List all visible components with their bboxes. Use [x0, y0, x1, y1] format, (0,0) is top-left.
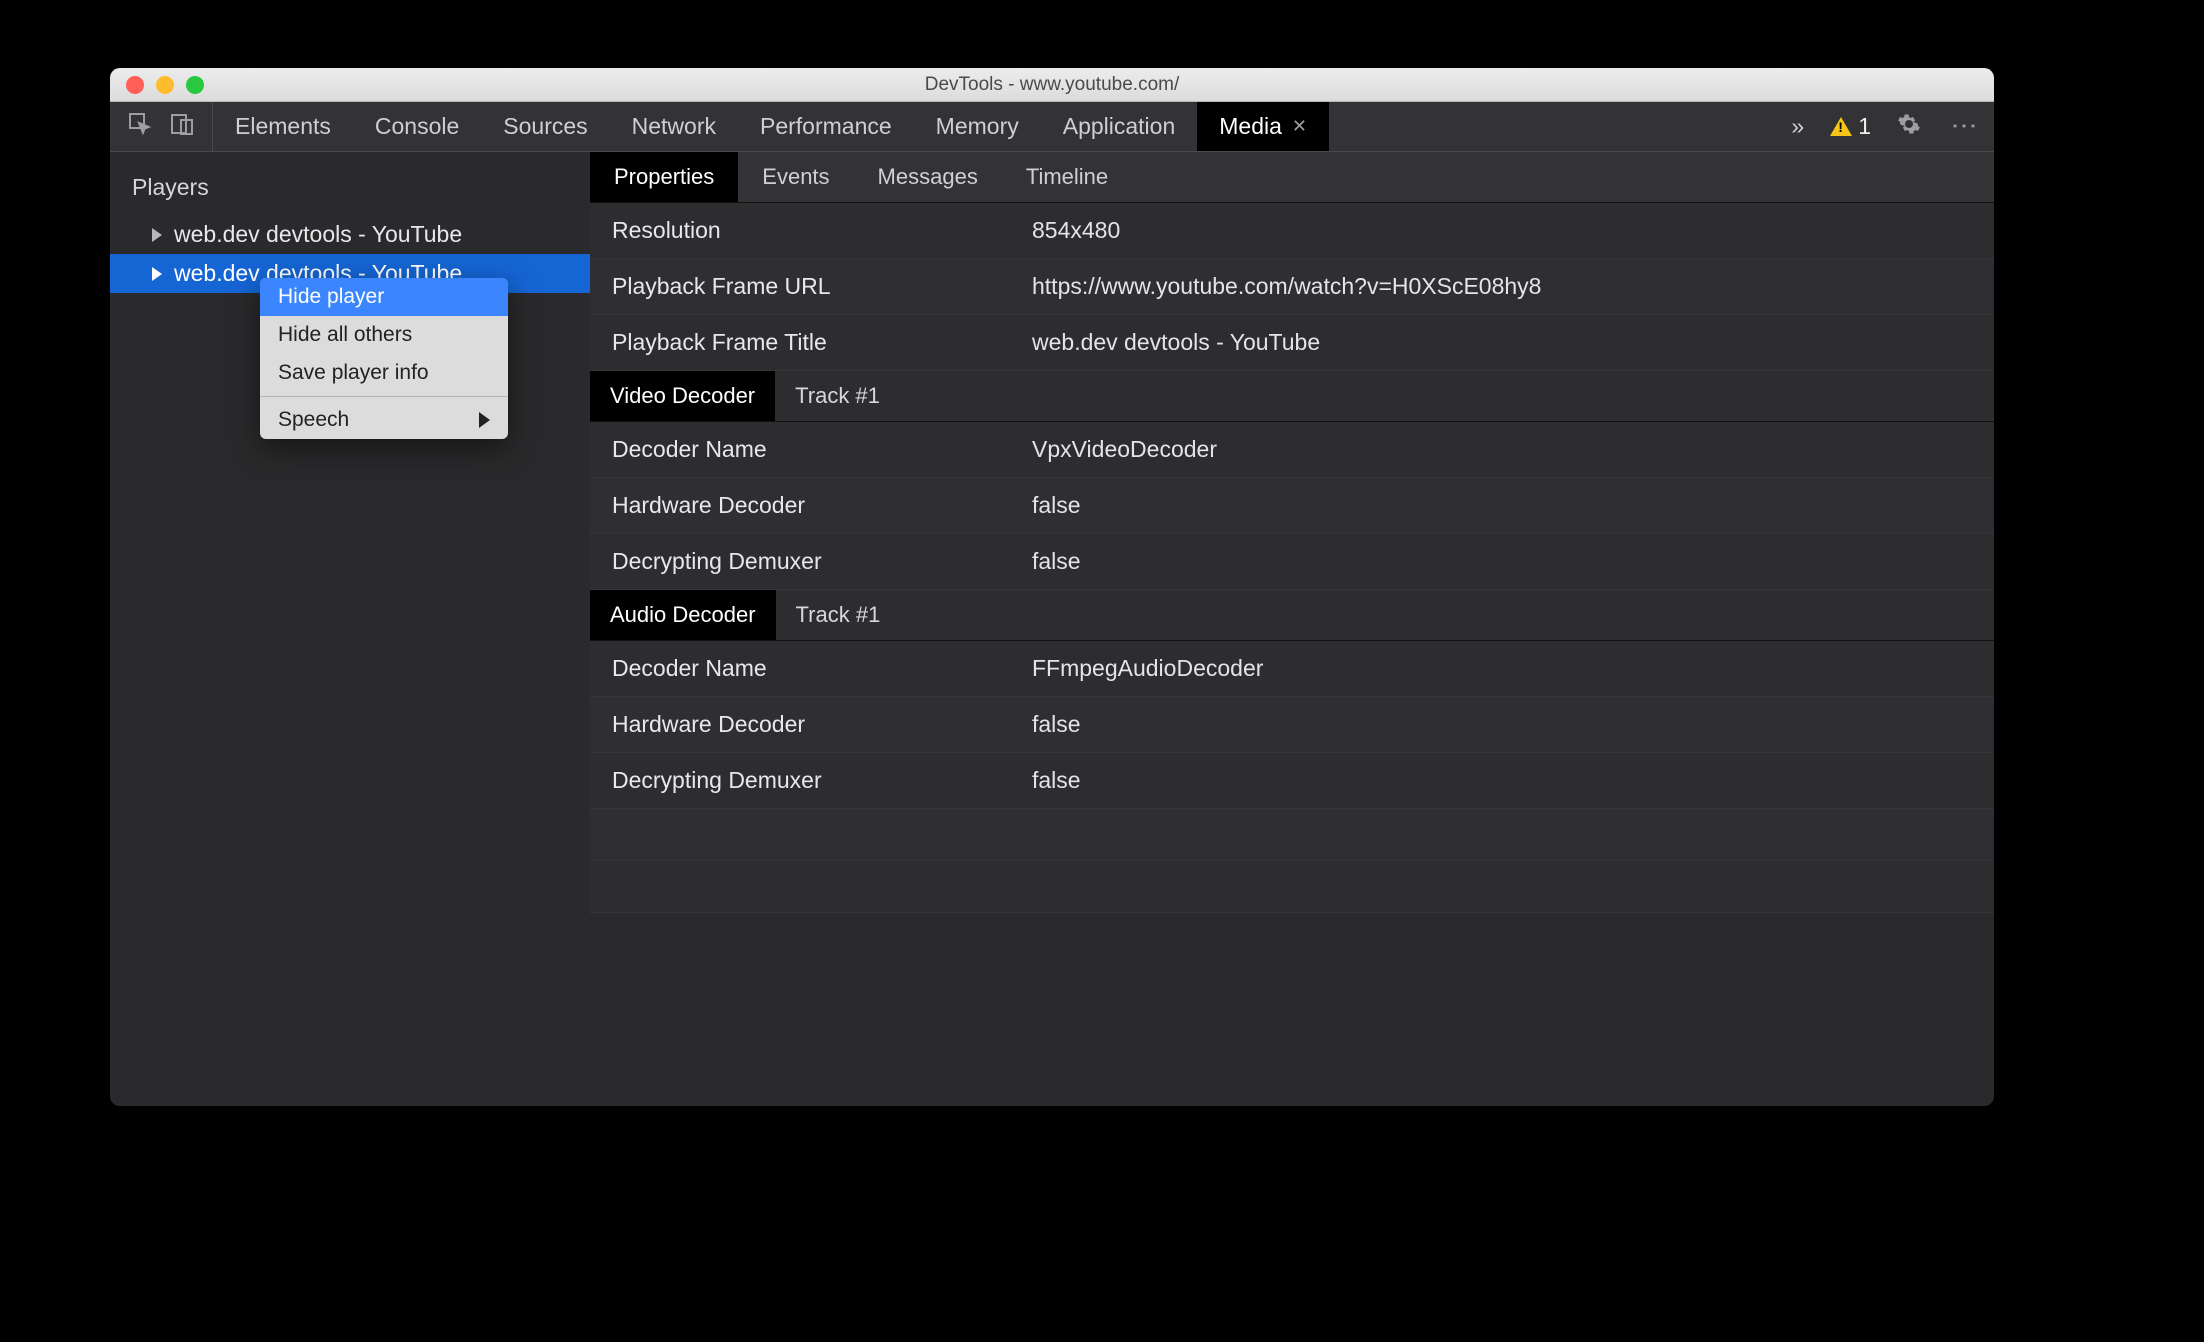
player-label: web.dev devtools - YouTube	[174, 221, 462, 248]
minimize-window-button[interactable]	[156, 76, 174, 94]
player-list-item[interactable]: web.dev devtools - YouTube	[110, 215, 590, 254]
ctx-separator	[260, 396, 508, 397]
property-value: https://www.youtube.com/watch?v=H0XScE08…	[1032, 273, 1541, 300]
subtab-messages[interactable]: Messages	[854, 152, 1002, 202]
window-title: DevTools - www.youtube.com/	[110, 74, 1994, 96]
property-key: Resolution	[612, 217, 1032, 244]
subtab-properties[interactable]: Properties	[590, 152, 738, 202]
video-decoder-section: Video Decoder Track #1	[590, 371, 1994, 422]
tab-label: Performance	[760, 113, 892, 140]
property-key: Decrypting Demuxer	[612, 767, 1032, 794]
tabs-overflow-button[interactable]: »	[1777, 113, 1818, 140]
tab-application[interactable]: Application	[1041, 102, 1198, 151]
property-row: Decoder NameFFmpegAudioDecoder	[590, 641, 1994, 697]
tab-media[interactable]: Media ✕	[1197, 102, 1329, 151]
media-details-panel: Properties Events Messages Timeline Reso…	[590, 152, 1994, 1106]
tab-sources[interactable]: Sources	[481, 102, 609, 151]
property-value: FFmpegAudioDecoder	[1032, 655, 1263, 682]
property-value: false	[1032, 767, 1081, 794]
property-row: Decrypting Demuxerfalse	[590, 753, 1994, 809]
panel-body: Players web.dev devtools - YouTube web.d…	[110, 152, 1994, 1106]
device-toolbar-icon[interactable]	[170, 112, 194, 142]
section-sub: Track #1	[775, 371, 900, 421]
property-row: Hardware Decoderfalse	[590, 478, 1994, 534]
property-row: Decrypting Demuxerfalse	[590, 534, 1994, 590]
settings-button[interactable]	[1883, 112, 1935, 142]
ctx-hide-player[interactable]: Hide player	[260, 278, 508, 316]
warning-count: 1	[1858, 113, 1871, 140]
titlebar: DevTools - www.youtube.com/	[110, 68, 1994, 102]
tab-console[interactable]: Console	[353, 102, 481, 151]
property-row: Playback Frame Titleweb.dev devtools - Y…	[590, 315, 1994, 371]
property-key: Decoder Name	[612, 436, 1032, 463]
tab-elements[interactable]: Elements	[213, 102, 353, 151]
context-menu: Hide player Hide all others Save player …	[260, 278, 508, 439]
ctx-hide-others[interactable]: Hide all others	[260, 316, 508, 354]
property-key: Hardware Decoder	[612, 492, 1032, 519]
property-key: Decoder Name	[612, 655, 1032, 682]
ctx-speech-submenu[interactable]: Speech	[260, 401, 508, 439]
panel-tabs: Elements Console Sources Network Perform…	[213, 102, 1777, 151]
players-sidebar: Players web.dev devtools - YouTube web.d…	[110, 152, 590, 1106]
tab-label: Elements	[235, 113, 331, 140]
tab-label: Memory	[936, 113, 1019, 140]
devtools-window: DevTools - www.youtube.com/ Elements Con…	[110, 68, 1994, 1106]
empty-row	[590, 861, 1994, 913]
toolbar-left-tools	[110, 102, 213, 151]
subtab-events[interactable]: Events	[738, 152, 853, 202]
audio-decoder-section: Audio Decoder Track #1	[590, 590, 1994, 641]
window-controls	[126, 76, 204, 94]
details-subtabs: Properties Events Messages Timeline	[590, 152, 1994, 203]
section-chip: Video Decoder	[590, 371, 775, 421]
tab-label: Sources	[503, 113, 587, 140]
property-value: false	[1032, 711, 1081, 738]
tab-label: Network	[632, 113, 716, 140]
warnings-badge[interactable]: 1	[1818, 113, 1883, 140]
sidebar-title: Players	[110, 152, 590, 215]
property-value: false	[1032, 492, 1081, 519]
property-row: Hardware Decoderfalse	[590, 697, 1994, 753]
tab-label: Application	[1063, 113, 1176, 140]
property-row: Resolution854x480	[590, 203, 1994, 259]
warning-icon	[1830, 117, 1852, 136]
property-key: Playback Frame Title	[612, 329, 1032, 356]
close-window-button[interactable]	[126, 76, 144, 94]
submenu-arrow-icon	[479, 412, 490, 428]
close-tab-icon[interactable]: ✕	[1292, 116, 1307, 137]
property-key: Hardware Decoder	[612, 711, 1032, 738]
inspect-element-icon[interactable]	[128, 112, 152, 142]
subtab-timeline[interactable]: Timeline	[1002, 152, 1132, 202]
tab-label: Console	[375, 113, 459, 140]
property-row: Decoder NameVpxVideoDecoder	[590, 422, 1994, 478]
maximize-window-button[interactable]	[186, 76, 204, 94]
property-value: VpxVideoDecoder	[1032, 436, 1217, 463]
devtools-toolbar: Elements Console Sources Network Perform…	[110, 102, 1994, 152]
property-value: 854x480	[1032, 217, 1120, 244]
tab-memory[interactable]: Memory	[914, 102, 1041, 151]
tab-network[interactable]: Network	[610, 102, 738, 151]
tab-label: Media	[1219, 113, 1282, 140]
property-key: Decrypting Demuxer	[612, 548, 1032, 575]
properties-rows: Resolution854x480 Playback Frame URLhttp…	[590, 203, 1994, 1106]
tab-performance[interactable]: Performance	[738, 102, 914, 151]
property-row: Playback Frame URLhttps://www.youtube.co…	[590, 259, 1994, 315]
ctx-save-player-info[interactable]: Save player info	[260, 354, 508, 392]
section-sub: Track #1	[776, 590, 901, 640]
play-triangle-icon	[152, 267, 162, 281]
empty-row	[590, 809, 1994, 861]
property-value: web.dev devtools - YouTube	[1032, 329, 1320, 356]
section-chip: Audio Decoder	[590, 590, 776, 640]
play-triangle-icon	[152, 228, 162, 242]
property-key: Playback Frame URL	[612, 273, 1032, 300]
more-options-button[interactable]: ⋮	[1935, 113, 1994, 141]
property-value: false	[1032, 548, 1081, 575]
